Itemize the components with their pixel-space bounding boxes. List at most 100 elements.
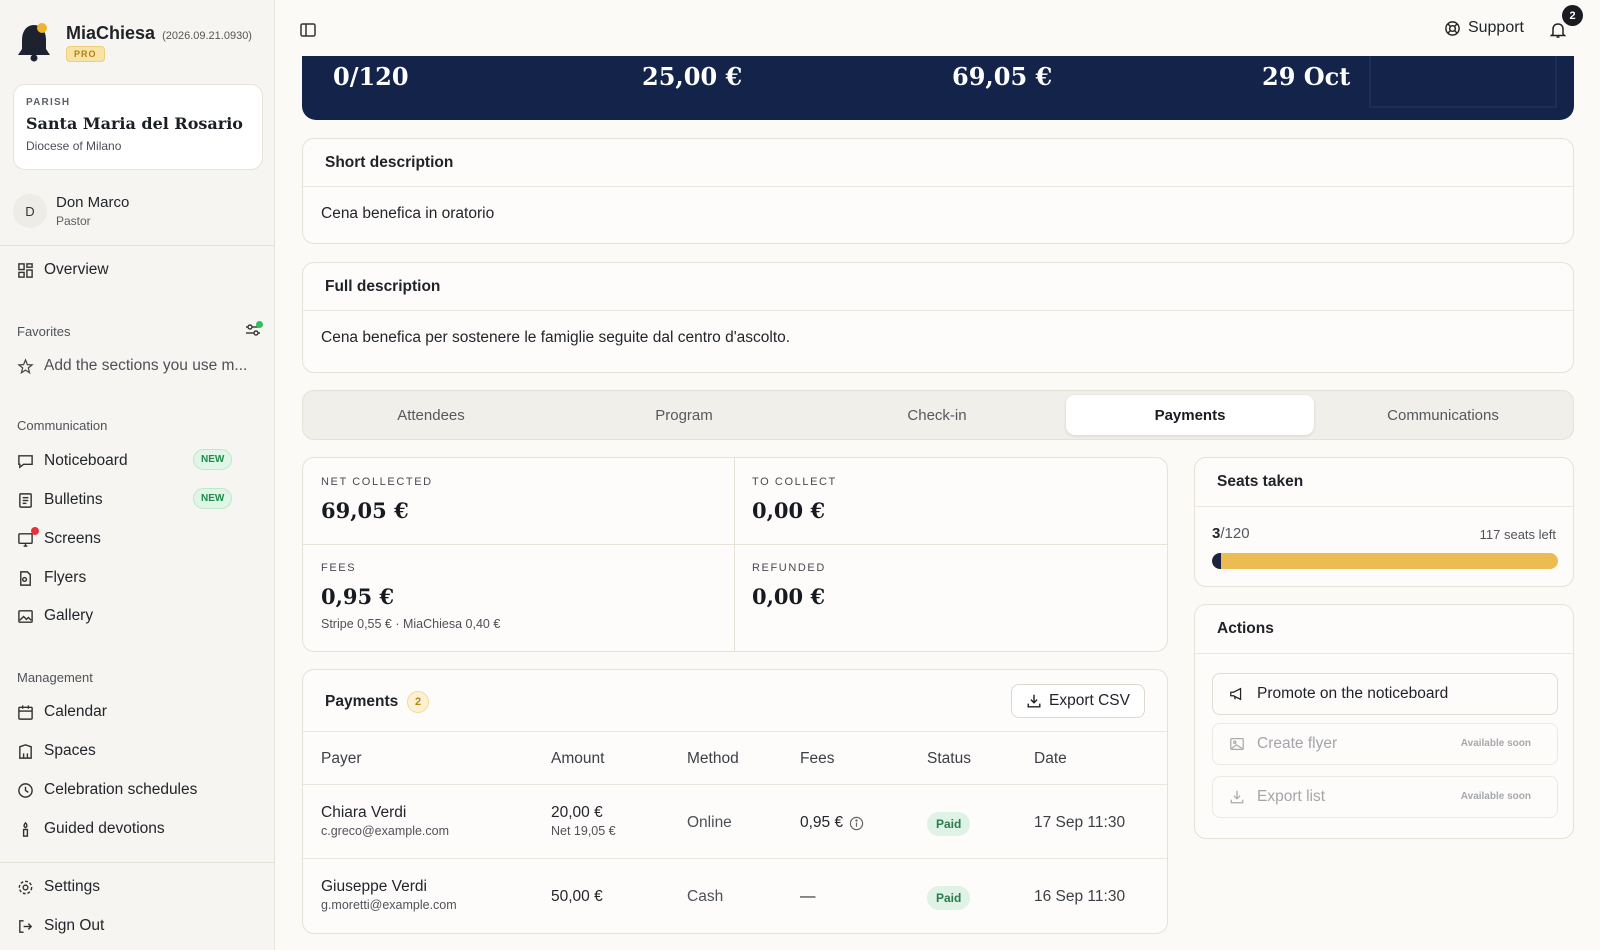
seats-progress-bar [1212,553,1558,569]
payments-header: Payments 2 Export CSV [303,670,1167,732]
sidebar-item-celebration-schedules[interactable]: Celebration schedules [17,777,262,803]
parish-card[interactable]: PARISH Santa Maria del Rosario Diocese o… [13,84,263,170]
payer-email: g.moretti@example.com [321,898,457,912]
user-name: Don Marco [56,194,130,211]
favorites-hint-label: Add the sections you use m... [44,357,248,374]
seats-total: /120 [1220,525,1250,542]
sidebar-item-spaces[interactable]: Spaces [17,738,262,764]
payer-email: c.greco@example.com [321,824,450,838]
payments-card: Payments 2 Export CSV Payer Amount Metho… [302,669,1168,934]
download-icon [1027,694,1041,708]
sidebar-item-flyers[interactable]: Flyers [17,565,262,591]
short-description-text: Cena benefica in oratorio [321,205,495,222]
card-title: Actions [1217,620,1274,637]
sidebar-item-bulletins[interactable]: Bulletins NEW [17,487,262,513]
notifications-button[interactable]: 2 [1546,5,1583,42]
payer-name: Chiara Verdi [321,804,407,821]
fees-value: 0,95 € [800,814,844,831]
amount-value: 20,00 € [551,804,603,821]
stat-label: REFUNDED [752,562,826,574]
alert-dot [31,527,39,535]
column-header-method: Method [687,750,739,767]
sidebar-item-overview[interactable]: Overview [17,257,262,283]
notification-count-badge: 2 [1562,5,1583,26]
support-button[interactable]: Support [1444,19,1524,37]
payer-cell[interactable]: Chiara Verdi c.greco@example.com [321,804,449,838]
amount-cell: 50,00 € [551,888,603,906]
available-soon-label: Available soon [1460,738,1531,749]
sidebar-item-label: Flyers [44,569,87,586]
export-list-button[interactable]: Export list Available soon [1212,776,1558,818]
sidebar-item-label: Guided devotions [44,820,165,837]
tab-attendees[interactable]: Attendees [307,395,555,435]
column-header-fees: Fees [800,750,835,767]
sidebar-divider [0,245,275,246]
megaphone-icon [1230,687,1242,701]
status-badge: Paid [927,812,971,836]
sidebar-item-settings[interactable]: Settings [17,874,262,900]
sidebar-item-noticeboard[interactable]: Noticeboard NEW [17,448,262,474]
stat-net-collected: NET COLLECTED 69,05 € [321,476,433,523]
export-list-label: Export list [1257,788,1326,805]
user-profile[interactable]: D Don Marco Pastor [13,190,263,234]
sidebar-item-label: Spaces [44,742,96,759]
avatar: D [13,194,47,228]
event-tabs: Attendees Program Check-in Payments Comm… [302,390,1574,440]
parish-kicker: PARISH [26,97,71,108]
stat-to-collect: TO COLLECT 0,00 € [752,476,837,523]
card-title: Short description [325,154,454,171]
favorites-hint[interactable]: Add the sections you use m... [17,353,262,379]
sidebar-item-label: Screens [44,530,101,547]
sidebar-item-label: Gallery [44,607,94,624]
stat-label: FEES [321,562,357,574]
fees-cell: 0,95 € [800,814,864,832]
payments-count-badge: 2 [407,691,429,713]
sidebar-item-guided-devotions[interactable]: Guided devotions [17,816,262,842]
hero-decoration [1369,56,1557,108]
sidebar-item-label: Settings [44,878,101,895]
candle-icon [22,821,29,837]
favorites-section-label: Favorites [17,324,71,339]
brand[interactable]: MiaChiesa (2026.09.21.0930) PRO [16,20,266,64]
divider [303,784,1167,785]
payments-title: Payments [325,693,399,710]
divider [303,544,1167,545]
tab-program[interactable]: Program [560,395,808,435]
brand-version: (2026.09.21.0930) [162,30,252,42]
promote-noticeboard-button[interactable]: Promote on the noticeboard [1212,673,1558,715]
card-title: Seats taken [1217,473,1304,490]
support-label: Support [1467,19,1524,36]
fees-breakdown: Stripe 0,55 € · MiaChiesa 0,40 € [321,617,501,631]
stat-fees: FEES 0,95 € Stripe 0,55 € · MiaChiesa 0,… [321,562,500,631]
export-csv-label: Export CSV [1049,692,1130,709]
stat-label: NET COLLECTED [321,476,433,488]
sidebar-toggle-icon[interactable] [299,21,317,39]
seats-card: Seats taken 3/120 117 seats left [1194,457,1574,587]
image-icon [1230,738,1244,750]
tab-check-in[interactable]: Check-in [813,395,1061,435]
create-flyer-button[interactable]: Create flyer Available soon [1212,723,1558,765]
sidebar-item-label: Overview [44,261,109,278]
logout-icon [19,919,33,933]
sidebar-item-screens[interactable]: Screens [17,526,262,552]
sidebar-item-sign-out[interactable]: Sign Out [17,913,262,939]
create-flyer-label: Create flyer [1257,735,1338,752]
export-csv-button[interactable]: Export CSV [1011,684,1145,718]
available-soon-label: Available soon [1460,791,1531,802]
info-icon[interactable] [849,816,864,831]
method-cell: Cash [687,888,724,905]
sidebar-item-calendar[interactable]: Calendar [17,699,262,725]
sidebar-item-label: Calendar [44,703,107,720]
payer-name: Giuseppe Verdi [321,878,427,895]
parish-diocese: Diocese of Milano [26,139,122,153]
user-role: Pastor [56,214,91,228]
stat-label: TO COLLECT [752,476,837,488]
promote-label: Promote on the noticeboard [1257,685,1449,702]
payer-cell[interactable]: Giuseppe Verdi g.moretti@example.com [321,878,457,912]
sidebar-item-gallery[interactable]: Gallery [17,603,262,629]
stat-refunded: REFUNDED 0,00 € [752,562,826,609]
parish-name: Santa Maria del Rosario [26,114,243,133]
tab-payments[interactable]: Payments [1066,395,1314,435]
chat-icon [18,454,33,469]
tab-communications[interactable]: Communications [1319,395,1567,435]
